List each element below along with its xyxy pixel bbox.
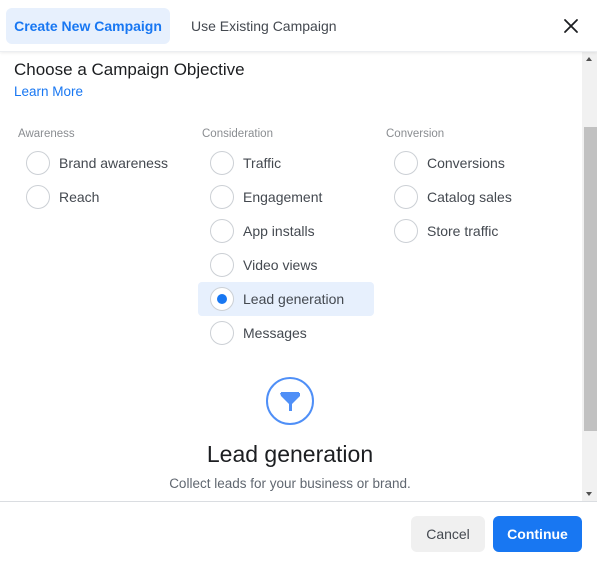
option-label: Catalog sales: [427, 189, 512, 205]
radio-button[interactable]: [210, 321, 234, 345]
radio-button[interactable]: [210, 253, 234, 277]
modal-header: Create New Campaign Use Existing Campaig…: [0, 0, 597, 52]
objective-option-catalog-sales[interactable]: Catalog sales: [382, 180, 558, 214]
option-label: Lead generation: [243, 291, 345, 307]
column-label: Conversion: [386, 128, 445, 140]
radio-button[interactable]: [394, 219, 418, 243]
objective-option-store-traffic[interactable]: Store traffic: [382, 214, 558, 248]
close-button[interactable]: [561, 16, 581, 36]
column-label: Awareness: [18, 128, 75, 140]
modal-footer: Cancel Continue: [0, 501, 597, 562]
radio-button[interactable]: [210, 219, 234, 243]
objective-option-app-installs[interactable]: App installs: [198, 214, 374, 248]
radio-button-selected[interactable]: [210, 287, 234, 311]
option-label: Reach: [59, 189, 100, 205]
option-label: Engagement: [243, 189, 323, 205]
page-title: Choose a Campaign Objective: [14, 60, 245, 79]
radio-button[interactable]: [394, 151, 418, 175]
option-label: Traffic: [243, 155, 282, 171]
close-icon: [564, 19, 578, 33]
objective-option-conversions[interactable]: Conversions: [382, 146, 558, 180]
option-label: Messages: [243, 325, 307, 341]
column-consideration: Consideration Traffic Engagement App ins…: [198, 126, 374, 350]
radio-button[interactable]: [210, 185, 234, 209]
objective-option-video-views[interactable]: Video views: [198, 248, 374, 282]
option-label: Store traffic: [427, 223, 499, 239]
continue-button[interactable]: Continue: [493, 516, 582, 552]
detail-title: Lead generation: [206, 441, 374, 467]
radio-button[interactable]: [394, 185, 418, 209]
objective-option-reach[interactable]: Reach: [14, 180, 190, 214]
scroll-up-arrow-icon[interactable]: [582, 52, 597, 66]
option-label: Video views: [243, 257, 318, 273]
cancel-button[interactable]: Cancel: [411, 516, 485, 552]
scroll-down-arrow-icon[interactable]: [582, 487, 597, 501]
column-label: Consideration: [202, 128, 273, 140]
objective-option-messages[interactable]: Messages: [198, 316, 374, 350]
detail-description: Collect leads for your business or brand…: [169, 476, 411, 491]
objective-option-brand-awareness[interactable]: Brand awareness: [14, 146, 190, 180]
column-awareness: Awareness Brand awareness Reach: [14, 126, 190, 214]
radio-button[interactable]: [26, 151, 50, 175]
objective-detail: Lead generation Collect leads for your b…: [0, 377, 580, 491]
tab-use-existing-campaign[interactable]: Use Existing Campaign: [179, 8, 349, 44]
vertical-scrollbar[interactable]: [582, 52, 597, 501]
column-conversion: Conversion Conversions Catalog sales Sto…: [382, 126, 558, 248]
radio-button[interactable]: [26, 185, 50, 209]
option-label: Conversions: [427, 155, 505, 171]
objective-scroll-area: Choose a Campaign Objective Learn More A…: [0, 52, 597, 501]
option-label: Brand awareness: [59, 155, 168, 171]
objective-option-engagement[interactable]: Engagement: [198, 180, 374, 214]
funnel-icon: [266, 377, 314, 425]
objective-option-lead-generation[interactable]: Lead generation: [198, 282, 374, 316]
scrollbar-thumb[interactable]: [584, 127, 597, 431]
objective-option-traffic[interactable]: Traffic: [198, 146, 374, 180]
learn-more-link[interactable]: Learn More: [14, 84, 83, 99]
tab-create-new-campaign[interactable]: Create New Campaign: [6, 8, 170, 44]
radio-button[interactable]: [210, 151, 234, 175]
option-label: App installs: [243, 223, 315, 239]
